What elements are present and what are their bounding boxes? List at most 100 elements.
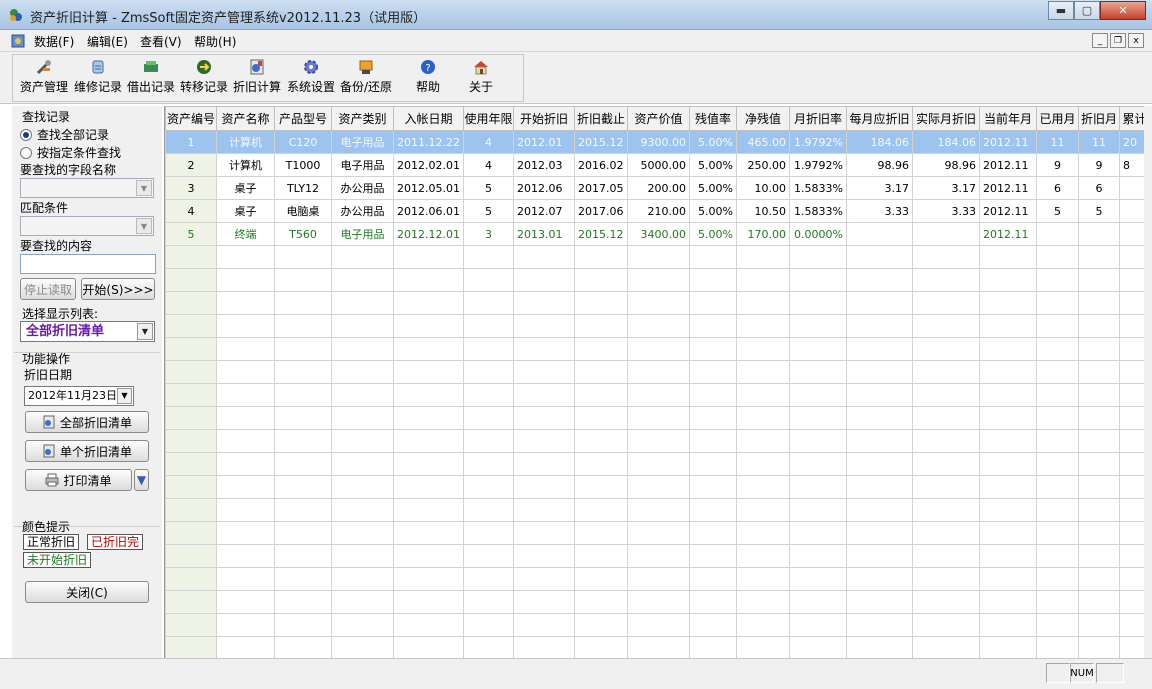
radio-search-condition[interactable]: 按指定条件查找 <box>20 144 121 161</box>
table-cell[interactable]: 1.5833% <box>788 176 847 200</box>
mdi-restore-button[interactable]: ❐ <box>1110 33 1126 48</box>
table-cell[interactable]: 5 <box>462 176 514 200</box>
table-row[interactable]: 1 计算机 C120 电子用品 2011.12.22 4 2012.01 2015.12 930… <box>165 130 1150 154</box>
maximize-button[interactable]: ▢ <box>1074 1 1100 20</box>
table-cell[interactable]: 1.5833% <box>788 199 847 223</box>
mdi-minimize-button[interactable]: _ <box>1092 33 1108 48</box>
table-cell[interactable]: 电子用品 <box>331 153 394 177</box>
column-header[interactable]: 资产名称 <box>216 106 275 131</box>
tb-help-button[interactable]: ? 帮助 <box>416 58 440 95</box>
table-cell[interactable]: 184.06 <box>845 130 913 154</box>
table-cell[interactable]: 10.00 <box>735 176 790 200</box>
table-cell[interactable]: 电子用品 <box>331 130 394 154</box>
tb-repair-button[interactable]: 维修记录 <box>74 58 122 95</box>
table-cell[interactable]: 2012.11 <box>978 176 1037 200</box>
table-cell[interactable]: 2017.06 <box>573 199 628 223</box>
stop-reading-button[interactable]: 停止读取 <box>20 278 76 300</box>
start-search-button[interactable]: 开始(S)>>> <box>81 278 155 300</box>
table-cell[interactable]: 5 <box>1077 199 1120 223</box>
table-cell[interactable]: 计算机 <box>216 130 275 154</box>
table-cell[interactable]: 办公用品 <box>331 176 394 200</box>
table-cell[interactable]: 6 <box>1077 176 1120 200</box>
column-header[interactable]: 残值率 <box>688 106 737 131</box>
column-header[interactable]: 月折旧率 <box>788 106 847 131</box>
field-name-select[interactable]: ▼ <box>20 178 154 198</box>
table-cell[interactable]: 2012.11 <box>978 130 1037 154</box>
column-header[interactable]: 净残值 <box>735 106 790 131</box>
table-cell[interactable]: 1 <box>165 130 217 154</box>
radio-search-all[interactable]: 查找全部记录 <box>20 126 109 143</box>
table-cell[interactable]: 250.00 <box>735 153 790 177</box>
table-row[interactable]: 3 桌子 TLY12 办公用品 2012.05.01 5 2012.06 2017.05 200… <box>165 176 1150 200</box>
table-cell[interactable]: 1.9792% <box>788 153 847 177</box>
single-depreciation-list-button[interactable]: 单个折旧清单 <box>25 440 149 462</box>
table-cell[interactable]: 2011.12.22 <box>393 130 464 154</box>
table-cell[interactable]: 2015.12 <box>573 222 628 246</box>
column-header[interactable]: 折旧截止 <box>573 106 628 131</box>
table-cell[interactable]: 3 <box>165 176 217 200</box>
tb-transfer-button[interactable]: 转移记录 <box>180 58 228 95</box>
tb-backup-button[interactable]: 备份/还原 <box>340 58 392 95</box>
all-depreciation-list-button[interactable]: 全部折旧清单 <box>25 411 149 433</box>
table-cell[interactable]: 3.33 <box>845 199 913 223</box>
table-row[interactable]: 4 桌子 电脑桌 办公用品 2012.06.01 5 2012.07 2017.06 210.0… <box>165 199 1150 223</box>
minimize-button[interactable]: ▬ <box>1048 1 1074 20</box>
table-cell[interactable]: 5.00% <box>688 222 737 246</box>
table-cell[interactable]: 4 <box>462 153 514 177</box>
table-cell[interactable]: 2012.11 <box>978 153 1037 177</box>
column-header[interactable]: 实际月折旧 <box>911 106 980 131</box>
table-cell[interactable]: 5.00% <box>688 153 737 177</box>
table-cell[interactable]: 3 <box>462 222 514 246</box>
column-header[interactable]: 当前年月 <box>978 106 1037 131</box>
table-cell[interactable]: 2012.06 <box>512 176 575 200</box>
table-cell[interactable]: 5 <box>1035 199 1079 223</box>
tb-asset-management-button[interactable]: 资产管理 <box>20 58 68 95</box>
table-row[interactable]: 2 计算机 T1000 电子用品 2012.02.01 4 2012.03 2016.02 50… <box>165 153 1150 177</box>
column-header[interactable]: 资产类别 <box>331 106 394 131</box>
table-cell[interactable]: C120 <box>274 130 332 154</box>
table-cell[interactable]: 5 <box>462 199 514 223</box>
table-cell[interactable]: 170.00 <box>735 222 790 246</box>
column-header[interactable]: 开始折旧 <box>512 106 575 131</box>
table-cell[interactable]: 2012.12.01 <box>393 222 464 246</box>
table-cell[interactable]: TLY12 <box>274 176 332 200</box>
table-cell[interactable] <box>845 222 913 246</box>
table-cell[interactable]: 11 <box>1077 130 1120 154</box>
table-cell[interactable]: 465.00 <box>735 130 790 154</box>
table-cell[interactable]: 0.0000% <box>788 222 847 246</box>
document-icon[interactable] <box>10 33 26 49</box>
print-list-button[interactable]: 打印清单 <box>25 469 132 491</box>
table-cell[interactable]: 2012.11 <box>978 199 1037 223</box>
close-window-button[interactable]: ✕ <box>1100 1 1146 20</box>
table-cell[interactable]: 98.96 <box>845 153 913 177</box>
table-cell[interactable]: 5.00% <box>688 176 737 200</box>
table-cell[interactable]: 10.50 <box>735 199 790 223</box>
table-cell[interactable] <box>1035 222 1079 246</box>
table-cell[interactable]: 2013.01 <box>512 222 575 246</box>
table-cell[interactable]: 200.00 <box>626 176 690 200</box>
table-cell[interactable]: T1000 <box>274 153 332 177</box>
table-cell[interactable]: 5.00% <box>688 130 737 154</box>
print-options-dropdown[interactable]: ▼ <box>134 469 149 491</box>
table-cell[interactable]: 5.00% <box>688 199 737 223</box>
table-cell[interactable]: 2 <box>165 153 217 177</box>
column-header[interactable]: 资产价值 <box>626 106 690 131</box>
table-cell[interactable]: 9 <box>1035 153 1079 177</box>
column-header[interactable]: 资产编号 <box>165 106 217 131</box>
table-cell[interactable]: 3400.00 <box>626 222 690 246</box>
vertical-scrollbar[interactable] <box>1144 106 1152 658</box>
tb-about-button[interactable]: 关于 <box>469 58 493 95</box>
table-cell[interactable]: 9300.00 <box>626 130 690 154</box>
table-cell[interactable]: 2012.07 <box>512 199 575 223</box>
table-row[interactable]: 5 终端 T560 电子用品 2012.12.01 3 2013.01 2015.12 3400… <box>165 222 1150 246</box>
table-cell[interactable]: 98.96 <box>911 153 980 177</box>
table-cell[interactable]: 4 <box>462 130 514 154</box>
menu-edit[interactable]: 编辑(E) <box>87 33 128 50</box>
table-cell[interactable]: 计算机 <box>216 153 275 177</box>
table-cell[interactable]: 1.9792% <box>788 130 847 154</box>
table-cell[interactable]: 办公用品 <box>331 199 394 223</box>
table-cell[interactable]: 4 <box>165 199 217 223</box>
menu-data[interactable]: 数据(F) <box>34 33 74 50</box>
table-cell[interactable]: 终端 <box>216 222 275 246</box>
mdi-close-button[interactable]: x <box>1128 33 1144 48</box>
